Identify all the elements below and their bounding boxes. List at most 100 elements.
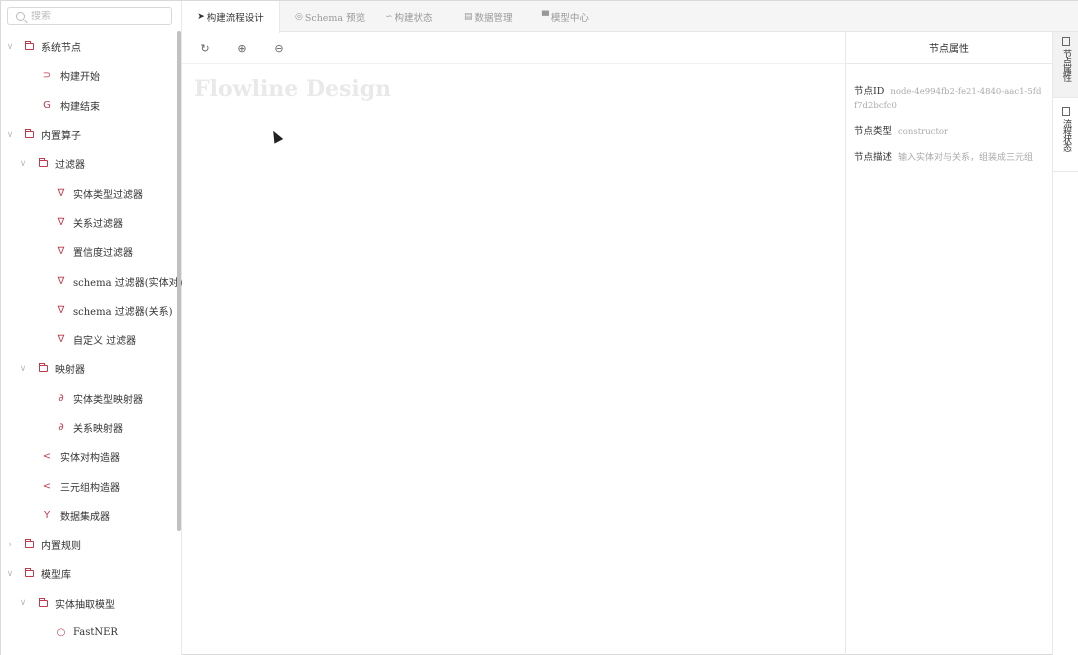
- tree-folder-model-library[interactable]: ∨ 模型库: [1, 559, 177, 588]
- chevron-down-icon[interactable]: ∨: [18, 364, 28, 374]
- chevron-down-icon[interactable]: ∨: [5, 569, 15, 579]
- tree-item-label: FastNER: [73, 627, 118, 639]
- tab-flow-design[interactable]: ➤ 构建流程设计: [182, 1, 280, 33]
- tree-item-label: 实体类型映射器: [73, 394, 143, 406]
- sidebar-scrollbar[interactable]: [177, 31, 181, 531]
- right-rail: 节点属性 流程状态: [1052, 32, 1078, 655]
- tree-item-build-start[interactable]: ⊃ 构建开始: [1, 61, 177, 90]
- canvas-toolbar: ↻ ⊕ ⊖: [182, 32, 845, 64]
- prop-label: 节点类型: [854, 126, 893, 137]
- share-icon: <: [42, 480, 52, 492]
- chevron-down-icon[interactable]: ∨: [5, 130, 15, 140]
- filter-icon: ∇: [57, 187, 65, 199]
- tree-item-label: schema 过滤器(关系): [73, 306, 173, 318]
- tree-item-label: 关系映射器: [73, 424, 123, 435]
- link-icon: ∂: [58, 422, 64, 433]
- tree-item-build-end[interactable]: G 构建结束: [1, 91, 177, 120]
- search-icon: [16, 11, 25, 21]
- tree-item-relation-filter[interactable]: ∇ 关系过滤器: [1, 208, 177, 237]
- rail-tab-flow-status[interactable]: 流程状态: [1053, 102, 1078, 172]
- zoom-out-icon[interactable]: ⊖: [272, 41, 286, 55]
- tab-label: 数据管理: [474, 12, 513, 24]
- folder-icon: [23, 539, 35, 551]
- rail-tab-label: 流程状态: [1061, 119, 1071, 151]
- filter-icon: ∇: [57, 304, 65, 316]
- mouse-cursor-icon: [268, 128, 284, 144]
- tree-item-fastner[interactable]: ○ FastNER: [1, 618, 177, 647]
- send-icon: ➤: [197, 12, 205, 22]
- tree-item-entity-pair-constructor[interactable]: < 实体对构造器: [1, 442, 177, 471]
- tree-item-confidence-filter[interactable]: ∇ 置信度过滤器: [1, 237, 177, 266]
- prop-value: 输入实体对与关系，组装成三元组: [898, 153, 1034, 163]
- tree-item-label: 数据集成器: [60, 511, 110, 523]
- tree-folder-builtin-rules[interactable]: › 内置规则: [1, 530, 177, 559]
- prop-node-id: 节点ID node-4e994fb2-fe21-4840-aac1-5fdf7d2…: [854, 85, 1044, 113]
- tree-folder-builtin-operators[interactable]: ∨ 内置算子: [1, 120, 177, 149]
- tab-model-center[interactable]: ▀ 模型中心: [542, 1, 589, 32]
- node-tree: ∨ 系统节点 ⊃ 构建开始 G 构建结束 ∨ 内置算子 ∨ 过滤器 ∇ 实体类型…: [1, 32, 183, 647]
- tree-item-label: 系统节点: [41, 43, 81, 55]
- folder-icon: [23, 129, 35, 141]
- status-icon: ∽: [385, 11, 393, 22]
- tab-build-status[interactable]: ∽ 构建状态: [385, 1, 433, 32]
- tree-item-schema-filter-relation[interactable]: ∇ schema 过滤器(关系): [1, 296, 177, 325]
- tab-schema-preview[interactable]: ◎ Schema 预览: [295, 1, 365, 32]
- app-window: ∨ 系统节点 ⊃ 构建开始 G 构建结束 ∨ 内置算子 ∨: [0, 0, 1078, 655]
- filter-icon: ∇: [57, 246, 65, 258]
- share-icon: <: [42, 451, 52, 463]
- folder-icon: [37, 363, 49, 375]
- model-center-icon: ▀: [542, 11, 549, 22]
- chevron-down-icon[interactable]: ∨: [18, 159, 28, 169]
- filter-icon: ∇: [57, 334, 65, 346]
- tree-item-label: 实体类型过滤器: [73, 189, 143, 201]
- tree-folder-filters[interactable]: ∨ 过滤器: [1, 149, 177, 178]
- tree-folder-system-nodes[interactable]: ∨ 系统节点: [1, 32, 177, 61]
- tree-item-label: 构建结束: [60, 101, 100, 113]
- prop-node-description: 节点描述 输入实体对与关系，组装成三元组: [854, 151, 1044, 165]
- eye-icon: ◎: [295, 11, 303, 22]
- search-input[interactable]: [31, 10, 161, 22]
- tree-item-label: 三元组构造器: [60, 482, 120, 494]
- prop-label: 节点描述: [854, 152, 893, 163]
- tree-item-triple-constructor[interactable]: < 三元组构造器: [1, 471, 177, 500]
- tab-label: 模型中心: [550, 12, 589, 24]
- table-icon: ▤: [464, 11, 473, 22]
- tree-item-schema-filter-entity-pair[interactable]: ∇ schema 过滤器(实体对): [1, 266, 183, 295]
- tree-item-label: 置信度过滤器: [73, 248, 133, 260]
- tree-folder-entity-extraction-models[interactable]: ∨ 实体抽取模型: [1, 589, 177, 618]
- chevron-right-icon[interactable]: ›: [5, 540, 15, 550]
- tree-item-label: 自定义 过滤器: [73, 336, 137, 348]
- tree-item-entity-type-mapper[interactable]: ∂ 实体类型映射器: [1, 384, 177, 413]
- canvas-watermark: Flowline Design: [194, 76, 392, 102]
- tree-item-label: 模型库: [41, 570, 71, 582]
- tree-item-label: 实体抽取模型: [55, 599, 115, 611]
- chevron-down-icon[interactable]: ∨: [5, 42, 15, 52]
- node-properties-panel: 节点属性 节点ID node-4e994fb2-fe21-4840-aac1-5f…: [845, 32, 1052, 655]
- tree-item-label: 内置规则: [41, 541, 81, 553]
- search-box[interactable]: [7, 7, 172, 25]
- prop-label: 节点ID: [854, 86, 885, 97]
- tree-item-label: 映射器: [55, 365, 85, 377]
- tree-item-label: 过滤器: [55, 160, 85, 172]
- tab-label: Schema 预览: [304, 12, 366, 24]
- tab-data-management[interactable]: ▤ 数据管理: [464, 1, 513, 32]
- tree-item-label: 内置算子: [41, 131, 81, 143]
- zoom-in-icon[interactable]: ⊕: [235, 41, 249, 55]
- rail-tab-node-properties[interactable]: 节点属性: [1053, 32, 1078, 98]
- merge-icon: Y: [43, 509, 51, 521]
- tree-item-label: schema 过滤器(实体对): [73, 277, 183, 289]
- tree-folder-mappers[interactable]: ∨ 映射器: [1, 354, 177, 383]
- tree-item-entity-type-filter[interactable]: ∇ 实体类型过滤器: [1, 178, 177, 207]
- flow-canvas[interactable]: Flowline Design: [182, 64, 845, 655]
- start-icon: ⊃: [42, 70, 52, 82]
- refresh-icon[interactable]: ↻: [198, 41, 212, 55]
- folder-icon: [37, 597, 49, 609]
- tree-item-custom-filter[interactable]: ∇ 自定义 过滤器: [1, 325, 177, 354]
- tree-item-label: 关系过滤器: [73, 218, 123, 230]
- link-icon: ∂: [58, 392, 64, 404]
- chevron-down-icon[interactable]: ∨: [18, 598, 28, 608]
- tree-item-data-integrator[interactable]: Y 数据集成器: [1, 501, 177, 530]
- model-icon: ○: [56, 627, 66, 639]
- tree-item-relation-mapper[interactable]: ∂ 关系映射器: [1, 413, 177, 442]
- tree-item-label: 构建开始: [60, 72, 100, 84]
